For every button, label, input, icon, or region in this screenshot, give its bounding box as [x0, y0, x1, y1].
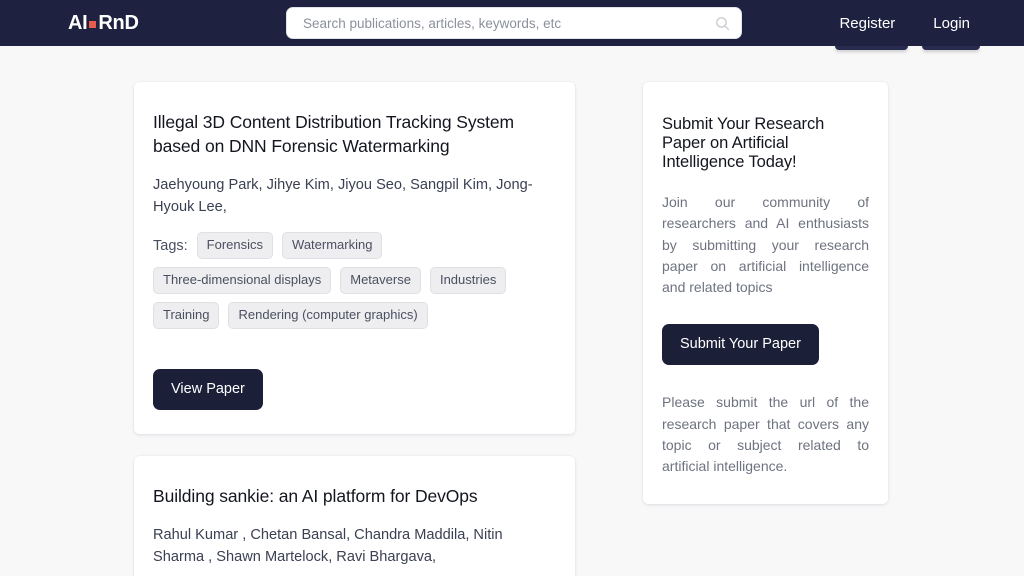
tag-chip[interactable]: Watermarking — [282, 232, 382, 259]
paper-authors: Jaehyoung Park, Jihye Kim, Jiyou Seo, Sa… — [153, 174, 556, 218]
paper-list: Illegal 3D Content Distribution Tracking… — [134, 82, 575, 576]
search-box[interactable] — [286, 7, 742, 39]
view-paper-button[interactable]: View Paper — [153, 369, 263, 410]
paper-title: Building sankie: an AI platform for DevO… — [153, 484, 556, 508]
tag-chip[interactable]: Rendering (computer graphics) — [228, 302, 427, 329]
search-container — [286, 7, 742, 39]
paper-card[interactable]: Illegal 3D Content Distribution Tracking… — [134, 82, 575, 434]
paper-actions: View Paper — [153, 369, 556, 410]
top-navbar: AI RnD Register Login — [0, 0, 1024, 46]
nav-link-login[interactable]: Login — [931, 12, 972, 35]
paper-authors: Rahul Kumar , Chetan Bansal, Chandra Mad… — [153, 524, 556, 568]
sidebar-title: Submit Your Research Paper on Artificial… — [662, 115, 869, 172]
sidebar-body-text: Join our community of researchers and AI… — [662, 192, 869, 298]
brand-logo[interactable]: AI RnD — [68, 12, 139, 35]
paper-title: Illegal 3D Content Distribution Tracking… — [153, 110, 556, 158]
submit-paper-card: Submit Your Research Paper on Artificial… — [643, 82, 888, 504]
sidebar-note-text: Please submit the url of the research pa… — [662, 392, 869, 477]
brand-logo-part2: RnD — [98, 12, 138, 35]
sidebar: Submit Your Research Paper on Artificial… — [643, 82, 888, 504]
tag-chip[interactable]: Industries — [430, 267, 506, 294]
nav-popover-stub-register — [835, 46, 908, 50]
tags-label: Tags: — [153, 238, 188, 254]
brand-dot-icon — [89, 21, 96, 28]
search-input[interactable] — [303, 16, 714, 31]
submit-paper-button[interactable]: Submit Your Paper — [662, 324, 819, 365]
content-container: Illegal 3D Content Distribution Tracking… — [134, 82, 890, 576]
paper-card[interactable]: Building sankie: an AI platform for DevO… — [134, 456, 575, 576]
nav-links: Register Login — [837, 12, 972, 35]
tag-chip[interactable]: Three-dimensional displays — [153, 267, 331, 294]
nav-popover-stub-login — [922, 46, 980, 50]
nav-link-register[interactable]: Register — [837, 12, 897, 35]
tag-chip[interactable]: Metaverse — [340, 267, 421, 294]
tag-chip[interactable]: Forensics — [197, 232, 273, 259]
tag-chip[interactable]: Training — [153, 302, 219, 329]
search-icon[interactable] — [714, 15, 731, 32]
brand-logo-part1: AI — [68, 12, 87, 35]
page-body: Illegal 3D Content Distribution Tracking… — [0, 46, 1024, 576]
paper-tags: Tags: Forensics Watermarking Three-dimen… — [153, 232, 556, 329]
